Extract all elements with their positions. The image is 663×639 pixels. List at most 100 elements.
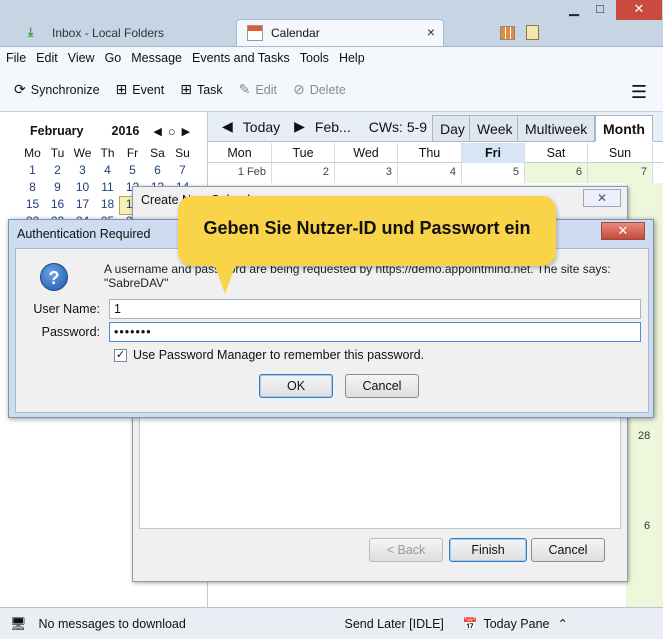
auth-message: A username and password are being reques… (104, 262, 611, 290)
username-input[interactable]: 1 (109, 299, 641, 319)
dayhead: Sun (588, 143, 653, 163)
menu-go[interactable]: Go (105, 51, 122, 65)
day-cell[interactable]: 5 (462, 163, 525, 183)
mini-month-day[interactable]: 15 (20, 197, 45, 214)
chevron-up-icon: ⌃ (557, 617, 568, 631)
tab-day[interactable]: Day (432, 115, 473, 142)
delete-label: Delete (309, 82, 346, 97)
mini-month-day[interactable]: 17 (70, 197, 95, 214)
mini-month-dayhead: We (73, 146, 92, 160)
edit-button[interactable]: ✎ Edit (239, 81, 277, 98)
day-number[interactable]: 28 (638, 430, 650, 442)
inbox-download-icon: ⤓ (28, 24, 34, 39)
menu-edit[interactable]: Edit (36, 51, 58, 65)
dialog-title: Authentication Required (17, 227, 151, 241)
mini-month-year[interactable]: 2016 (112, 124, 140, 138)
cancel-button[interactable]: Cancel (345, 374, 419, 398)
menu-events-and-tasks[interactable]: Events and Tasks (192, 51, 290, 65)
today-button[interactable]: Today (243, 119, 280, 135)
cancel-button[interactable]: Cancel (531, 538, 605, 562)
today-pane-label: Today Pane (483, 616, 550, 631)
synchronize-label: Synchronize (30, 82, 100, 97)
back-button[interactable]: < Back (369, 538, 443, 562)
maximize-button[interactable]: □ (586, 0, 614, 20)
mini-month-day[interactable]: 8 (20, 180, 45, 197)
day-number[interactable]: 6 (644, 520, 650, 532)
password-label: Password: (41, 325, 100, 339)
mini-month-day[interactable]: 1 (20, 163, 45, 180)
tab-multiweek[interactable]: Multiweek (517, 115, 596, 142)
day-cell[interactable]: 4 (398, 163, 462, 183)
finish-button[interactable]: Finish (449, 538, 527, 562)
password-input[interactable]: ••••••• (109, 322, 641, 342)
mini-month-day[interactable]: 7 (170, 163, 195, 180)
calendar-icon (247, 25, 263, 41)
task-label: Task (196, 82, 223, 97)
tab-calendar[interactable]: Calendar × (236, 19, 444, 46)
menu-tools[interactable]: Tools (300, 51, 329, 65)
mini-month-day[interactable]: 4 (95, 163, 120, 180)
mini-month-day[interactable]: 6 (145, 163, 170, 180)
mini-month-day[interactable]: 11 (95, 180, 120, 197)
mini-month-dayhead: Sa (150, 146, 165, 160)
day-cell[interactable]: 7 (588, 163, 653, 183)
dayhead: Tue (272, 143, 335, 163)
callout-text: Geben Sie Nutzer-ID und Passwort ein (203, 218, 531, 238)
menu-help[interactable]: Help (339, 51, 365, 65)
minimize-button[interactable]: ▁ (560, 0, 588, 20)
hamburger-menu-icon[interactable]: ☰ (631, 82, 647, 103)
today-circle-icon[interactable]: ○ (168, 124, 176, 139)
previous-month-icon[interactable]: ◀ (153, 125, 161, 138)
tab-month[interactable]: Month (595, 115, 653, 142)
send-later-status: Send Later [IDLE] (344, 616, 444, 631)
dialog-body: ? A username and password are being requ… (15, 248, 649, 413)
calendar-weeks: CWs: 5-9 (368, 118, 428, 135)
day-cell[interactable]: 6 (525, 163, 588, 183)
synchronize-button[interactable]: ⟳ Synchronize (14, 81, 100, 98)
today-pane-toggle[interactable]: 📅 Today Pane ⌃ (463, 616, 568, 632)
tab-week[interactable]: Week (469, 115, 521, 142)
dialog-close-icon[interactable]: ✕ (583, 189, 621, 207)
day-headers: Mon Tue Wed Thu Fri Sat Sun (208, 143, 663, 163)
delete-icon: ⊘ (292, 81, 305, 97)
mini-month-day[interactable]: 3 (70, 163, 95, 180)
ok-button[interactable]: OK (259, 374, 333, 398)
mini-month-day[interactable]: 16 (45, 197, 70, 214)
mini-month-day[interactable]: 5 (120, 163, 145, 180)
mini-month-day[interactable]: 9 (45, 180, 70, 197)
tab-close-icon[interactable]: × (427, 24, 435, 40)
previous-icon[interactable]: ◀ (222, 118, 233, 135)
dayhead: Thu (398, 143, 462, 163)
day-cell[interactable]: 3 (335, 163, 398, 183)
week-row: 1 Feb 2 3 4 5 6 7 (208, 163, 663, 183)
day-cell[interactable]: 1 Feb (208, 163, 272, 183)
mini-month-day[interactable]: 2 (45, 163, 70, 180)
tab-inbox[interactable]: ⤓ Inbox - Local Folders (18, 19, 230, 46)
new-task-button[interactable]: ⊞ Task (180, 81, 222, 98)
mini-month-dayhead: Th (100, 146, 115, 160)
remember-password-label[interactable]: Use Password Manager to remember this pa… (133, 348, 424, 362)
mini-month-day[interactable]: 10 (70, 180, 95, 197)
next-icon[interactable]: ▶ (294, 118, 305, 135)
menu-message[interactable]: Message (131, 51, 182, 65)
next-month-icon[interactable]: ▶ (182, 125, 190, 138)
menu-view[interactable]: View (68, 51, 95, 65)
event-label: Event (132, 82, 165, 97)
mini-month-day[interactable]: 18 (95, 197, 120, 214)
instruction-callout: Geben Sie Nutzer-ID und Passwort ein (178, 196, 556, 266)
edit-label: Edit (255, 82, 277, 97)
day-cell[interactable]: 2 (272, 163, 335, 183)
tasks-view-icon[interactable] (526, 25, 539, 40)
mini-month-header: February 2016 ◀ ○ ▶ (20, 118, 196, 144)
online-status-icon[interactable]: 🖥 (10, 616, 27, 632)
title-bar: ⤓ Inbox - Local Folders Calendar × ▁ □ ✕ (0, 0, 663, 46)
remember-password-checkbox[interactable]: ✓ (114, 349, 127, 362)
dialog-close-icon[interactable]: ✕ (601, 222, 645, 240)
calendar-view-icon[interactable] (500, 26, 515, 40)
window-close-button[interactable]: ✕ (616, 0, 662, 20)
delete-button[interactable]: ⊘ Delete (293, 81, 346, 98)
new-event-button[interactable]: ⊞ Event (116, 81, 165, 98)
menu-file[interactable]: File (6, 51, 26, 65)
question-icon: ? (40, 263, 68, 291)
mini-month-name[interactable]: February (30, 124, 84, 138)
